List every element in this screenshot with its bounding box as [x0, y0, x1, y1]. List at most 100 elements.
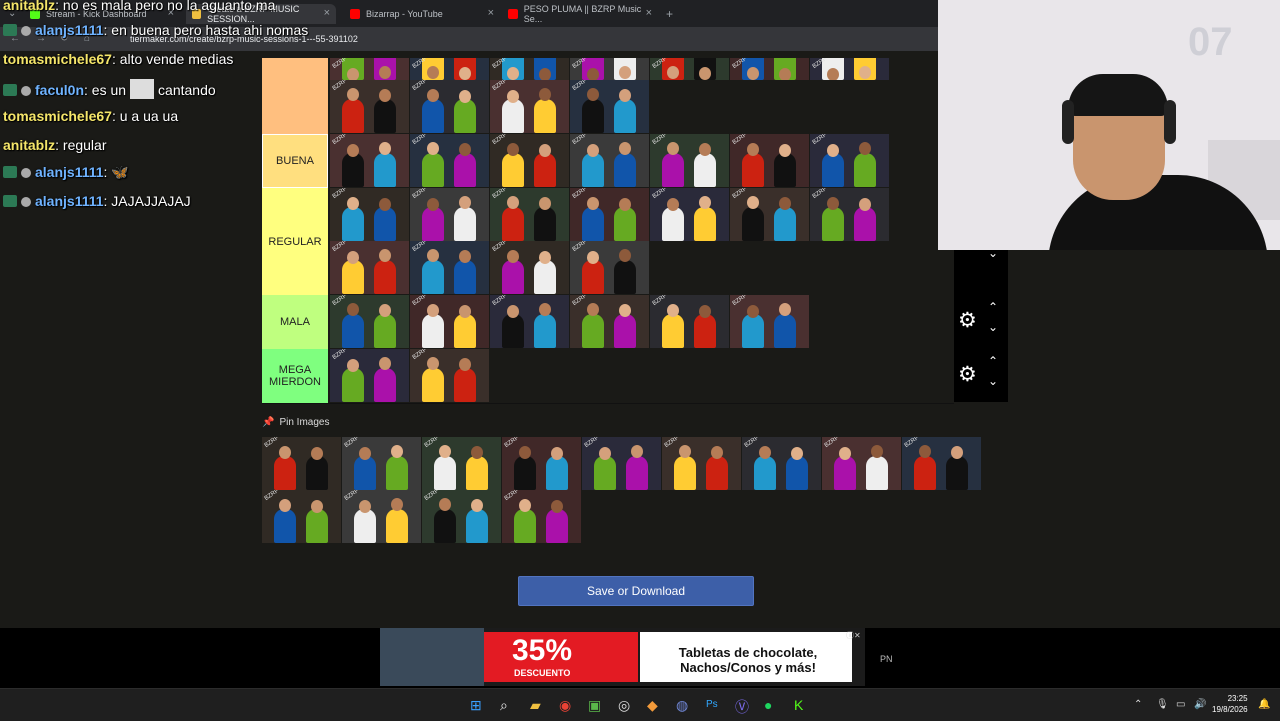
tier-image[interactable]: BZRP: [570, 58, 649, 80]
search-icon[interactable]: ⌕: [500, 697, 508, 714]
tier-image[interactable]: BZRP: [822, 437, 901, 490]
tier-image[interactable]: BZRP: [730, 134, 809, 187]
tier-image[interactable]: BZRP: [810, 134, 889, 187]
chat-username[interactable]: tomasmichele67: [3, 108, 112, 124]
tier-image[interactable]: BZRP: [570, 80, 649, 133]
chat-username[interactable]: facul0n: [35, 82, 84, 98]
close-tab-icon[interactable]: ×: [324, 7, 330, 19]
tier-image[interactable]: BZRP: [490, 58, 569, 80]
tier-image[interactable]: BZRP: [330, 134, 409, 187]
tier-image[interactable]: BZRP: [570, 188, 649, 241]
kick-icon[interactable]: K: [794, 697, 803, 713]
network-icon[interactable]: ▭: [1176, 699, 1185, 710]
tier-image[interactable]: BZRP: [570, 241, 649, 294]
tier-image[interactable]: BZRP: [502, 437, 581, 490]
tier-image[interactable]: BZRP: [410, 80, 489, 133]
tier-image[interactable]: BZRP: [730, 295, 809, 348]
move-down-icon[interactable]: ⌄: [988, 320, 998, 334]
tier-image[interactable]: BZRP: [650, 58, 729, 80]
tier-image[interactable]: BZRP: [570, 134, 649, 187]
tier-image[interactable]: BZRP: [262, 490, 341, 543]
ad-banner[interactable]: 35% DESCUENTO Tabletas de chocolate, Nac…: [380, 628, 865, 686]
tier-image[interactable]: BZRP: [810, 188, 889, 241]
tier-image[interactable]: BZRP: [422, 490, 501, 543]
ad-close-icon[interactable]: ⓘ✕: [846, 630, 861, 641]
tier-label[interactable]: [262, 58, 328, 134]
person-figure: [514, 509, 536, 543]
tier-image[interactable]: BZRP: [582, 437, 661, 490]
tier-image[interactable]: BZRP: [490, 241, 569, 294]
chat-username[interactable]: anitablz: [3, 0, 55, 13]
gear-icon[interactable]: ⚙: [958, 308, 977, 333]
tier-image[interactable]: BZRP: [410, 188, 489, 241]
photoshop-icon[interactable]: Ps: [706, 699, 718, 710]
chat-username[interactable]: tomasmichele67: [3, 51, 112, 67]
tier-image[interactable]: BZRP: [330, 80, 409, 133]
tier-image[interactable]: BZRP: [330, 58, 409, 80]
tier-image[interactable]: BZRP: [742, 437, 821, 490]
person-head: [519, 446, 531, 459]
discord-icon[interactable]: ◍: [676, 697, 688, 714]
tab-peso-pluma[interactable]: PESO PLUMA || BZRP Music Se... ×: [508, 4, 658, 24]
tier-image[interactable]: BZRP: [330, 349, 409, 402]
tier-image[interactable]: BZRP: [330, 188, 409, 241]
tier-image[interactable]: BZRP: [662, 437, 741, 490]
tier-image[interactable]: BZRP: [650, 134, 729, 187]
chat-username[interactable]: alanjs1111: [35, 164, 104, 180]
tier-image[interactable]: BZRP: [490, 134, 569, 187]
chat-username[interactable]: anitablz: [3, 137, 55, 153]
tier-image[interactable]: BZRP: [650, 295, 729, 348]
move-down-icon[interactable]: ⌄: [988, 374, 998, 388]
tier-image[interactable]: BZRP: [502, 490, 581, 543]
gear-icon[interactable]: ⚙: [958, 362, 977, 387]
close-tab-icon[interactable]: ×: [646, 7, 652, 19]
person-head: [539, 303, 551, 316]
save-download-button[interactable]: Save or Download: [518, 576, 754, 606]
app-icon[interactable]: ◆: [647, 697, 658, 714]
move-up-icon[interactable]: ⌃: [988, 300, 998, 314]
clock[interactable]: 23:25 19/8/2026: [1212, 693, 1248, 715]
vegas-icon[interactable]: Ⓥ: [735, 697, 749, 717]
spotify-icon[interactable]: ●: [764, 697, 772, 713]
tier-image[interactable]: BZRP: [730, 188, 809, 241]
tier-image[interactable]: BZRP: [490, 188, 569, 241]
tier-image[interactable]: BZRP: [422, 437, 501, 490]
tier-image[interactable]: BZRP: [410, 58, 489, 80]
tier-image[interactable]: BZRP: [490, 295, 569, 348]
close-tab-icon[interactable]: ×: [488, 7, 494, 19]
tray-chevron-icon[interactable]: ⌃: [1134, 699, 1142, 710]
tab-bizarrap-youtube[interactable]: Bizarrap - YouTube ×: [350, 4, 500, 24]
tier-image[interactable]: BZRP: [410, 241, 489, 294]
tier-image[interactable]: BZRP: [342, 437, 421, 490]
tier-image[interactable]: BZRP: [262, 437, 341, 490]
new-tab-icon[interactable]: +: [666, 7, 673, 21]
tier-image[interactable]: BZRP: [902, 437, 981, 490]
obs-icon[interactable]: ◎: [618, 697, 630, 714]
move-up-icon[interactable]: ⌃: [988, 354, 998, 368]
volume-icon[interactable]: 🔊: [1194, 699, 1206, 710]
tier-image[interactable]: BZRP: [342, 490, 421, 543]
chat-username[interactable]: alanjs1111: [35, 193, 104, 209]
tier-image[interactable]: BZRP: [570, 295, 649, 348]
tier-image[interactable]: BZRP: [330, 241, 409, 294]
tier-image[interactable]: BZRP: [810, 58, 889, 80]
tier-label[interactable]: REGULAR: [262, 188, 328, 295]
tier-image[interactable]: BZRP: [410, 295, 489, 348]
tier-image[interactable]: BZRP: [330, 295, 409, 348]
person-head: [539, 197, 551, 210]
notification-icon[interactable]: 🔔: [1258, 699, 1270, 710]
tier-label[interactable]: BUENA: [262, 134, 328, 188]
minecraft-icon[interactable]: ▣: [588, 697, 601, 714]
tier-image[interactable]: BZRP: [650, 188, 729, 241]
folder-icon[interactable]: ▰: [530, 697, 541, 714]
mic-icon[interactable]: 🎙: [1156, 699, 1169, 710]
tier-label[interactable]: MEGA MIERDON: [262, 349, 328, 403]
chat-username[interactable]: alanjs1111: [35, 22, 104, 38]
tier-image[interactable]: BZRP: [410, 349, 489, 402]
tier-image[interactable]: BZRP: [410, 134, 489, 187]
tier-label[interactable]: MALA: [262, 295, 328, 349]
tier-image[interactable]: BZRP: [730, 58, 809, 80]
windows-icon[interactable]: ⊞: [470, 697, 482, 714]
chrome-icon[interactable]: ◉: [559, 697, 571, 714]
tier-image[interactable]: BZRP: [490, 80, 569, 133]
